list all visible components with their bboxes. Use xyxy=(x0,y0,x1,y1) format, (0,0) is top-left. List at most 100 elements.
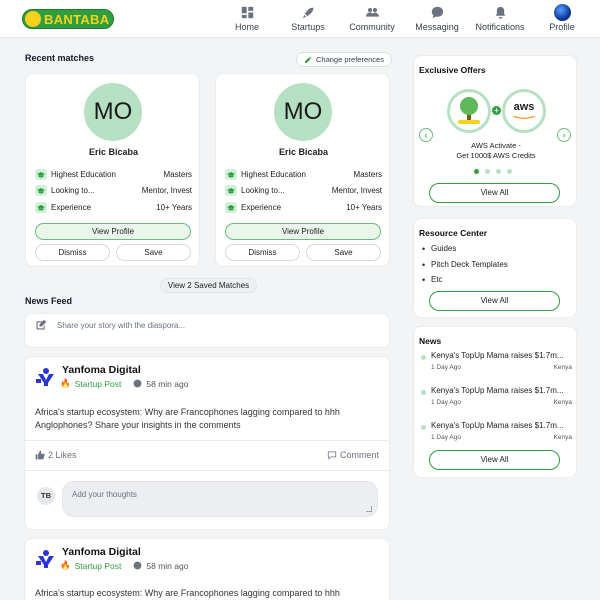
attr-value: Masters xyxy=(163,170,192,179)
logo-mark-icon xyxy=(25,11,41,27)
nav-messaging[interactable]: Messaging xyxy=(402,4,472,32)
dismiss-button[interactable]: Dismiss xyxy=(225,244,300,261)
aws-smile-icon xyxy=(513,115,535,119)
match-attr-experience: Experience 10+ Years xyxy=(35,202,192,214)
exclusive-offers-title: Exclusive Offers xyxy=(419,65,486,75)
save-button[interactable]: Save xyxy=(116,244,191,261)
news-bullet xyxy=(421,355,426,360)
yanfoma-logo-icon xyxy=(36,550,54,568)
view-profile-button[interactable]: View Profile xyxy=(225,223,381,240)
graduation-cap-icon xyxy=(225,169,237,180)
attr-value: Mentor, Invest xyxy=(141,186,192,195)
resources-view-all-button[interactable]: View All xyxy=(429,291,560,311)
attr-label: Looking to... xyxy=(241,186,285,195)
carousel-dot[interactable] xyxy=(474,169,479,174)
attr-label: Looking to... xyxy=(51,186,95,195)
community-icon xyxy=(337,4,407,20)
attr-value: 10+ Years xyxy=(156,203,192,212)
nav-startups[interactable]: Startups xyxy=(273,4,343,32)
post-author[interactable]: Yanfoma Digital xyxy=(62,546,141,558)
post-author[interactable]: Yanfoma Digital xyxy=(62,364,141,376)
resource-item[interactable]: Pitch Deck Templates xyxy=(422,260,508,270)
change-preferences-button[interactable]: Change preferences xyxy=(296,52,392,67)
add-thoughts-input[interactable]: Add your thoughts xyxy=(62,481,378,517)
top-navbar: BANTABA Home Startups Community Messagin… xyxy=(0,0,600,38)
attr-label: Highest Education xyxy=(241,170,306,179)
resource-center-card: Resource Center Guides Pitch Deck Templa… xyxy=(413,218,577,318)
match-attr-education: Highest Education Masters xyxy=(225,169,382,181)
post-meta: 🔥 Startup Post 58 min ago xyxy=(60,378,188,389)
recent-matches-title: Recent matches xyxy=(25,53,95,63)
yanfoma-logo-icon xyxy=(36,368,54,386)
bantaba-logo[interactable]: BANTABA xyxy=(22,9,114,29)
post-time: 58 min ago xyxy=(146,560,189,571)
news-view-all-button[interactable]: View All xyxy=(429,450,560,470)
attr-value: 10+ Years xyxy=(346,203,382,212)
comment-button[interactable]: Comment xyxy=(327,450,379,460)
news-headline: Kenya's TopUp Mama raises $1.7m... xyxy=(431,351,564,360)
edit-icon xyxy=(36,319,47,330)
bantaba-offer-logo xyxy=(447,89,491,133)
thumbs-up-icon xyxy=(35,450,45,460)
news-age: 1 Day Ago xyxy=(431,364,461,371)
carousel-dot[interactable] xyxy=(496,169,501,174)
carousel-dot[interactable] xyxy=(485,169,490,174)
post-tag: Startup Post xyxy=(74,560,122,571)
nav-community[interactable]: Community xyxy=(337,4,407,32)
nav-community-label: Community xyxy=(349,22,395,32)
like-button[interactable]: 2 Likes xyxy=(35,450,77,460)
resource-item[interactable]: Guides xyxy=(422,244,456,254)
nav-profile[interactable]: Profile xyxy=(527,3,597,32)
resource-center-title: Resource Center xyxy=(419,228,488,238)
attr-label: Experience xyxy=(241,203,282,212)
nav-home-label: Home xyxy=(234,22,259,32)
carousel-dot[interactable] xyxy=(507,169,512,174)
resize-handle-icon[interactable] xyxy=(366,506,372,512)
offers-view-all-button[interactable]: View All xyxy=(429,183,560,203)
aws-wordmark: aws xyxy=(513,101,535,113)
pencil-icon xyxy=(305,56,312,63)
nav-notifications[interactable]: Notifications xyxy=(465,4,535,32)
nav-startups-label: Startups xyxy=(291,22,325,32)
nav-home[interactable]: Home xyxy=(212,4,282,32)
attr-value: Mentor, Invest xyxy=(331,186,382,195)
news-country: Kenya xyxy=(553,399,572,406)
save-button[interactable]: Save xyxy=(306,244,381,261)
view-saved-matches-button[interactable]: View 2 Saved Matches xyxy=(160,278,257,293)
match-attr-looking: Looking to... Mentor, Invest xyxy=(225,185,382,197)
match-avatar[interactable]: MO xyxy=(84,83,142,141)
news-age: 1 Day Ago xyxy=(431,434,461,441)
carousel-dots xyxy=(474,169,512,174)
match-card: MO Eric Bicaba Highest Education Masters… xyxy=(215,73,390,267)
view-profile-button[interactable]: View Profile xyxy=(35,223,191,240)
match-attr-looking: Looking to... Mentor, Invest xyxy=(35,185,192,197)
post-body: Africa's startup ecosystem: Why are Fran… xyxy=(35,588,340,598)
news-title: News xyxy=(419,336,442,346)
rocket-icon xyxy=(273,4,343,20)
share-story-box[interactable]: Share your story with the diaspora... xyxy=(24,313,390,348)
aws-offer-logo: aws xyxy=(502,89,546,133)
comment-label: Comment xyxy=(339,450,379,460)
attr-label: Highest Education xyxy=(51,170,116,179)
offers-next-button[interactable]: › xyxy=(557,128,571,142)
fire-icon: 🔥 xyxy=(60,560,71,570)
match-avatar[interactable]: MO xyxy=(274,83,332,141)
post-time: 58 min ago xyxy=(146,378,189,389)
match-attr-education: Highest Education Masters xyxy=(35,169,192,181)
resource-item[interactable]: Etc xyxy=(422,275,442,285)
graduation-cap-icon xyxy=(35,169,47,180)
exclusive-offers-card: Exclusive Offers + aws ‹ › AWS Activate … xyxy=(413,55,577,207)
post-divider xyxy=(25,470,391,471)
news-card: News Kenya's TopUp Mama raises $1.7m... … xyxy=(413,326,577,478)
news-age: 1 Day Ago xyxy=(431,399,461,406)
tree-icon xyxy=(458,97,480,124)
news-country: Kenya xyxy=(553,364,572,371)
attr-value: Masters xyxy=(353,170,382,179)
post-meta: 🔥 Startup Post 58 min ago xyxy=(60,560,188,571)
offers-prev-button[interactable]: ‹ xyxy=(419,128,433,142)
news-bullet xyxy=(421,390,426,395)
fire-icon: 🔥 xyxy=(60,378,71,388)
dismiss-button[interactable]: Dismiss xyxy=(35,244,110,261)
nav-notifications-label: Notifications xyxy=(475,22,525,32)
match-attr-experience: Experience 10+ Years xyxy=(225,202,382,214)
